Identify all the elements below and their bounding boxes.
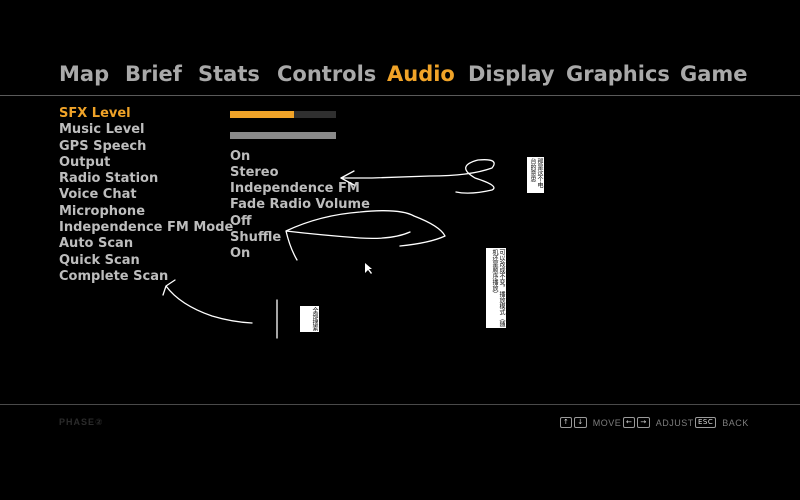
footer-divider: [0, 404, 800, 405]
annotation-note-radio: 那是这个电台的意思: [527, 157, 544, 193]
annotation-note-scan: 全部搜索: [300, 306, 319, 332]
down-arrow-key-icon: ↓: [574, 417, 587, 428]
arrow-to-radio-station: [340, 159, 495, 194]
left-arrow-key-icon: ←: [623, 417, 636, 428]
arrow-to-fm-mode: [285, 210, 446, 261]
control-hint-move: ↑ ↓ MOVE: [560, 417, 621, 428]
right-arrow-key-icon: →: [637, 417, 650, 428]
adjust-label: ADJUST: [655, 417, 694, 428]
move-label: MOVE: [592, 417, 622, 428]
arrow-to-complete-scan: [162, 279, 253, 324]
up-arrow-key-icon: ↑: [560, 417, 573, 428]
logo: PHASE②: [59, 417, 104, 427]
annotation-note-fm-mode: 可以改成不变，播放模式（随机还是顺序播放）: [486, 248, 506, 328]
control-hint-back[interactable]: ESC BACK: [695, 417, 749, 428]
back-label: BACK: [722, 417, 749, 428]
mouse-cursor-icon: [365, 263, 372, 274]
esc-key-icon: ESC: [695, 417, 717, 428]
control-hint-adjust: ← → ADJUST: [623, 417, 694, 428]
